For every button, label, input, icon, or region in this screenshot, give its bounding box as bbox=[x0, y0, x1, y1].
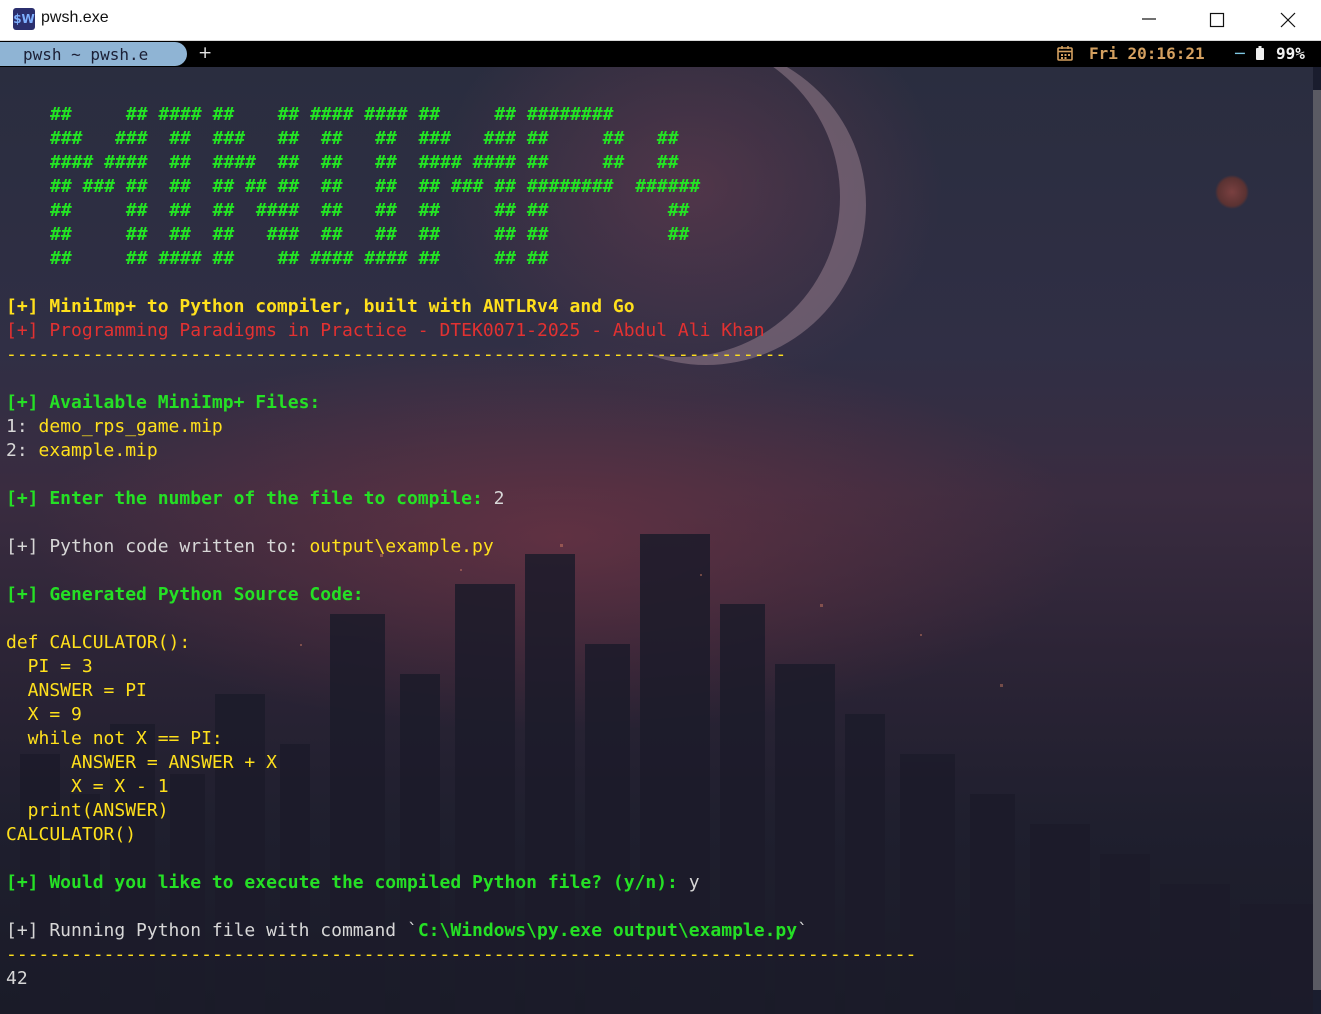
file-number: 1: bbox=[6, 416, 39, 437]
prompt-text: [+] Enter the number of the file to comp… bbox=[6, 488, 494, 509]
program-output: 42 bbox=[6, 968, 28, 989]
code-line: def CALCULATOR(): bbox=[6, 632, 191, 653]
window-title: pwsh.exe bbox=[41, 9, 109, 26]
run-command: C:\Windows\py.exe output\example.py bbox=[417, 920, 798, 941]
close-icon bbox=[1280, 12, 1296, 28]
file-name: demo_rps_game.mip bbox=[38, 416, 223, 437]
prompt-text: [+] Would you like to execute the compil… bbox=[6, 872, 689, 893]
banner-line-author: [+] Programming Paradigms in Practice - … bbox=[6, 320, 765, 341]
minimize-icon bbox=[1142, 18, 1156, 20]
output-path: output\example.py bbox=[309, 536, 494, 557]
ascii-art-line: ## ## #### ## ## #### #### ## ## #######… bbox=[50, 104, 614, 125]
banner-line: [+] MiniImp+ to Python compiler, built w… bbox=[6, 296, 635, 317]
minimize-button[interactable] bbox=[1126, 0, 1172, 40]
terminal-scrollbar[interactable] bbox=[1313, 90, 1321, 990]
available-files-header: [+] Available MiniImp+ Files: bbox=[6, 392, 321, 413]
tab-label: pwsh ~ pwsh.e bbox=[23, 45, 149, 64]
maximize-button[interactable] bbox=[1194, 0, 1240, 40]
status-separator: ─ bbox=[1235, 44, 1245, 63]
ascii-art-line: ## ## ## ## #### ## ## ## ## ## ## bbox=[50, 200, 690, 221]
select-file-prompt: [+] Enter the number of the file to comp… bbox=[6, 487, 505, 511]
divider: ----------------------------------------… bbox=[6, 344, 787, 365]
calendar-icon bbox=[1057, 46, 1073, 61]
running-prefix: [+] Running Python file with command ` bbox=[6, 920, 418, 941]
pwsh-app-icon: $W bbox=[13, 8, 35, 30]
maximize-icon bbox=[1209, 12, 1225, 28]
execute-prompt: [+] Would you like to execute the compil… bbox=[6, 871, 700, 895]
running-command-line: [+] Running Python file with command `C:… bbox=[6, 919, 808, 943]
ascii-art-line: ## ### ## ## ## ## ## ## ## ## ### ## ##… bbox=[50, 176, 701, 197]
written-to-line: [+] Python code written to: output\examp… bbox=[6, 535, 494, 559]
code-line: X = 9 bbox=[6, 704, 82, 725]
divider: ----------------------------------------… bbox=[6, 944, 917, 965]
code-line: while not X == PI: bbox=[6, 728, 223, 749]
close-button[interactable] bbox=[1265, 0, 1311, 40]
prompt-answer: y bbox=[688, 872, 700, 893]
file-list-item: 1: demo_rps_game.mip bbox=[6, 415, 223, 439]
terminal-output[interactable]: ## ## #### ## ## #### #### ## ## #######… bbox=[0, 67, 1313, 1014]
ascii-art-line: ## ## ## ## ### ## ## ## ## ## ## bbox=[50, 224, 690, 245]
generated-source-header: [+] Generated Python Source Code: bbox=[6, 584, 364, 605]
code-line: ANSWER = ANSWER + X bbox=[6, 752, 277, 773]
file-name: example.mip bbox=[38, 440, 158, 461]
file-number: 2: bbox=[6, 440, 39, 461]
battery-icon bbox=[1256, 46, 1264, 60]
written-prefix: [+] Python code written to: bbox=[6, 536, 310, 557]
ascii-art-line: ### ### ## ### ## ## ## ### ### ## ## ## bbox=[50, 128, 679, 149]
new-tab-button[interactable]: + bbox=[198, 43, 212, 63]
prompt-answer: 2 bbox=[493, 488, 505, 509]
window-titlebar: $W pwsh.exe bbox=[0, 0, 1321, 41]
code-line: CALCULATOR() bbox=[6, 824, 137, 845]
code-line: ANSWER = PI bbox=[6, 680, 147, 701]
ascii-art-line: ## ## #### ## ## #### #### ## ## ## bbox=[50, 248, 549, 269]
code-line: print(ANSWER) bbox=[6, 800, 169, 821]
file-list-item: 2: example.mip bbox=[6, 439, 158, 463]
ascii-art-line: #### #### ## #### ## ## ## #### #### ## … bbox=[50, 152, 679, 173]
tab-pwsh[interactable]: pwsh ~ pwsh.e bbox=[0, 42, 187, 66]
running-suffix: ` bbox=[797, 920, 808, 941]
battery-percent: 99% bbox=[1276, 44, 1305, 63]
code-line: PI = 3 bbox=[6, 656, 93, 677]
code-line: X = X - 1 bbox=[6, 776, 169, 797]
tab-bar: pwsh ~ pwsh.e + Fri 20:16:21 ─ 99% bbox=[0, 41, 1321, 67]
status-clock: Fri 20:16:21 bbox=[1089, 44, 1205, 63]
